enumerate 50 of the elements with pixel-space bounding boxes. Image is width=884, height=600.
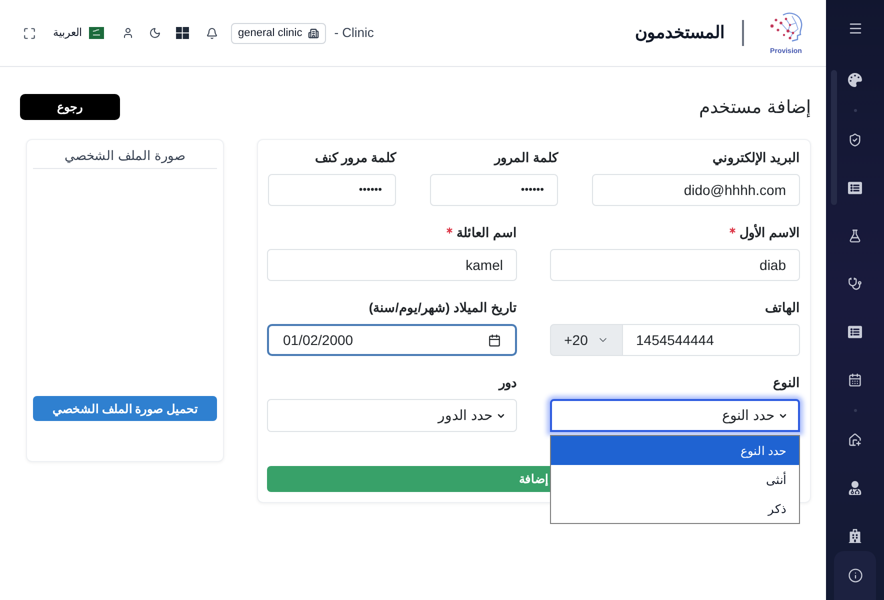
field-label: اسم العائلة (456, 224, 517, 242)
field-label: الاسم الأول (739, 223, 800, 242)
list-icon[interactable] (848, 325, 862, 339)
fullscreen-icon[interactable] (23, 26, 36, 40)
dropdown-option[interactable]: حدد النوع (551, 436, 799, 465)
field-label: البريد الإلكتروني (712, 149, 800, 168)
date-field[interactable]: 01/02/2000 (267, 324, 517, 356)
flag-icon (89, 27, 104, 39)
dropdown-select[interactable]: حدد الدور (267, 399, 517, 432)
moon-icon[interactable] (149, 27, 161, 39)
page-header-title: المستخدمون (635, 22, 725, 44)
palette-icon[interactable] (848, 73, 862, 87)
clinic-selector[interactable]: general clinic (231, 22, 326, 44)
input-field[interactable]: kamel (267, 249, 517, 281)
list-icon[interactable] (848, 181, 862, 195)
bell-icon[interactable] (206, 26, 218, 40)
clinic-label: - Clinic (334, 24, 374, 42)
dropdown-select[interactable]: حدد النوع (550, 399, 800, 432)
field-label: دور (499, 374, 517, 392)
input-field[interactable]: diab (550, 249, 800, 281)
grid-icon[interactable] (176, 27, 189, 39)
calendar-icon[interactable] (488, 334, 501, 346)
user-icon[interactable] (122, 27, 134, 39)
building-icon (308, 28, 320, 38)
field-label: الهاتف (765, 299, 800, 318)
required-asterisk-icon (446, 227, 454, 234)
info-icon (848, 568, 862, 583)
upload-photo-button[interactable]: تحميل صورة الملف الشخصي (33, 396, 217, 421)
country-code-select[interactable]: +20 (550, 324, 623, 356)
house-plus-icon[interactable] (848, 433, 862, 447)
back-button[interactable]: رجوع (20, 94, 120, 120)
page-title: إضافة مستخدم (698, 96, 811, 120)
field-label: النوع (773, 374, 800, 392)
field-label: تاريخ الميلاد (شهر/يوم/سنة) (368, 299, 517, 318)
shield-check-icon[interactable] (848, 133, 862, 147)
menu-icon[interactable] (848, 20, 862, 36)
doctor-icon[interactable] (848, 481, 862, 495)
info-button[interactable] (834, 551, 876, 600)
required-asterisk-icon (729, 227, 736, 234)
hospital-icon[interactable] (848, 529, 862, 543)
field-label: كلمة المرور (494, 149, 558, 168)
stethoscope-icon[interactable] (848, 277, 862, 291)
phone-field[interactable]: 1454544444 (623, 324, 800, 356)
language-button[interactable]: العربية (53, 24, 104, 42)
profile-card-title: صورة الملف الشخصي (64, 147, 186, 165)
field-label: كلمة مرور كنف (314, 149, 396, 168)
password-field[interactable]: •••••• (430, 174, 558, 206)
password-field[interactable]: •••••• (268, 174, 396, 206)
flask-icon[interactable] (848, 229, 862, 243)
input-field[interactable]: dido@hhhh.com (592, 174, 800, 206)
